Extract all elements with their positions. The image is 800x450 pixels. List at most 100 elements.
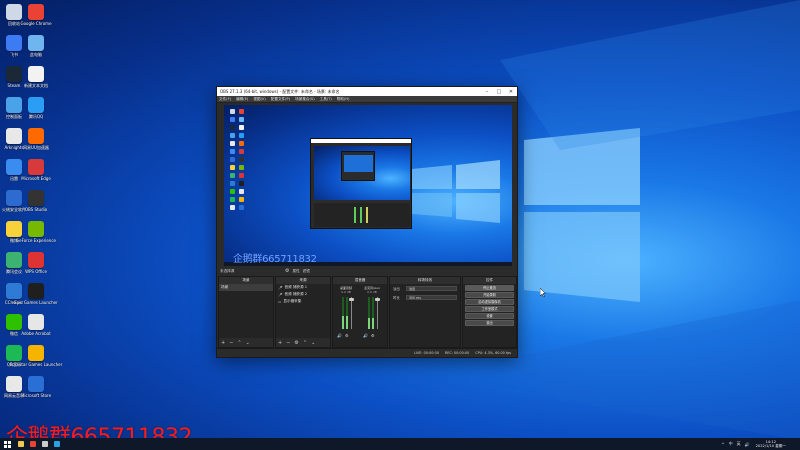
source-toolbar: 未选择源 ⚙ 属性 滤镜	[217, 267, 517, 275]
app-icon	[28, 283, 44, 299]
tray-ime-en[interactable]: 英	[737, 441, 741, 447]
preview-app-icon	[230, 165, 235, 170]
settings-button[interactable]: 设置	[465, 313, 514, 319]
tray-chevron-icon[interactable]: ^	[721, 442, 724, 447]
preview-nested-obs	[310, 138, 412, 229]
gear-icon[interactable]: ⚙	[371, 333, 375, 338]
taskbar-clock[interactable]: 14:12 2022/1/10 星期一	[756, 440, 800, 448]
properties-button[interactable]: 属性	[292, 269, 299, 274]
obs-preview[interactable]: 企鹅群665711832	[224, 105, 512, 266]
add-scene-icon[interactable]: +	[221, 340, 225, 346]
gear-icon[interactable]: ⚙	[285, 268, 289, 274]
fader-knob[interactable]	[375, 298, 380, 301]
minimize-icon[interactable]: –	[481, 89, 493, 95]
exit-button[interactable]: 退出	[465, 320, 514, 326]
volume-meter	[346, 297, 348, 329]
start-button[interactable]	[0, 438, 14, 450]
preview-app-icon	[230, 157, 235, 162]
desktop-icon[interactable]: 腾讯QQ	[22, 97, 50, 120]
menu-view[interactable]: 视图(V)	[253, 97, 265, 102]
obs-title: OBS 27.1.3 (64-bit, windows) - 配置文件: 未命名…	[220, 88, 340, 94]
move-down-icon[interactable]: ⌄	[311, 340, 315, 346]
close-icon[interactable]: ✕	[505, 89, 517, 95]
virtual-camera-button[interactable]: 启动虚拟摄像机	[465, 299, 514, 305]
remove-source-icon[interactable]: −	[286, 340, 290, 346]
source-item[interactable]: ▭ 显示器采集	[276, 298, 330, 305]
preview-app-icon	[239, 149, 244, 154]
desktop-icon[interactable]: Adobe Acrobat	[21, 314, 51, 336]
menu-scene-collection[interactable]: 场景集合(S)	[295, 97, 314, 102]
maximize-icon[interactable]: □	[493, 89, 505, 95]
desktop-icon[interactable]: Google Chrome	[20, 4, 52, 26]
source-item[interactable]: 🎤 音频 捕获源 2	[276, 291, 330, 298]
volume-meter	[368, 297, 370, 329]
add-source-icon[interactable]: +	[278, 340, 282, 346]
volume-fader[interactable]	[351, 297, 352, 329]
taskbar-app-icon[interactable]	[30, 441, 36, 447]
desktop-icon[interactable]: Microsoft Store	[21, 376, 51, 398]
desktop-icon[interactable]: 网易UU加速器	[22, 128, 50, 151]
cpu-status: CPU: 4.3%, 60.00 fps	[475, 351, 511, 355]
gear-icon[interactable]: ⚙	[345, 333, 349, 338]
desktop-icon-label: WPS Office	[25, 269, 47, 274]
speaker-icon[interactable]: 🔊	[363, 333, 368, 338]
desktop-icon-label: Rockstar Games Launcher	[9, 362, 63, 367]
preview-app-icon	[230, 173, 235, 178]
transition-type-label: 淡出	[393, 287, 400, 291]
scene-item[interactable]: 场景	[219, 284, 273, 291]
gear-icon[interactable]: ⚙	[294, 340, 298, 346]
monitor-icon: ▭	[278, 299, 282, 304]
menu-edit[interactable]: 编辑(E)	[236, 97, 248, 102]
desktop-icon-label: 此电脑	[30, 52, 42, 57]
stop-streaming-button[interactable]: 停止推流	[465, 285, 514, 291]
app-icon	[28, 345, 44, 361]
start-recording-button[interactable]: 开始录制	[465, 292, 514, 298]
system-tray: ^ 中 英 🔊	[721, 441, 755, 447]
preview-app-icon	[230, 197, 235, 202]
app-icon	[6, 314, 22, 330]
duration-input[interactable]: 300 ms	[406, 295, 457, 300]
desktop-icon[interactable]: 新建文本文档	[22, 66, 50, 89]
preview-app-icon	[230, 181, 235, 186]
mixer-channel-desktop: 桌面音频 0.0 dB 🔊 ⚙	[335, 286, 357, 338]
tray-ime-cn[interactable]: 中	[729, 441, 733, 447]
menu-help[interactable]: 帮助(H)	[337, 97, 350, 102]
desktop-icon[interactable]: Epic Games Launcher	[14, 283, 58, 305]
remove-scene-icon[interactable]: −	[229, 340, 233, 346]
app-icon	[6, 190, 22, 206]
move-up-icon[interactable]: ⌃	[237, 340, 241, 346]
desktop-icon[interactable]: WPS Office	[22, 252, 50, 274]
taskbar-app-icon[interactable]	[54, 441, 60, 447]
speaker-icon[interactable]: 🔊	[337, 333, 342, 338]
speaker-icon[interactable]: 🔊	[745, 442, 750, 447]
filters-button[interactable]: 滤镜	[303, 269, 310, 274]
taskbar-apps	[18, 441, 60, 447]
menu-file[interactable]: 文件(F)	[219, 97, 231, 102]
move-up-icon[interactable]: ⌃	[303, 340, 307, 346]
studio-mode-button[interactable]: 工作室模式	[465, 306, 514, 312]
desktop-icon[interactable]: 此电脑	[22, 35, 50, 58]
source-item[interactable]: 🎤 音频 捕获源 1	[276, 284, 330, 291]
channel-db: 0.0 dB	[341, 290, 351, 294]
app-icon	[28, 190, 44, 206]
menu-profile[interactable]: 配置文件(P)	[271, 97, 290, 102]
desktop-icon-label: Epic Games Launcher	[14, 300, 58, 305]
taskbar-app-icon[interactable]	[18, 441, 24, 447]
desktop-icon[interactable]: Rockstar Games Launcher	[10, 345, 62, 367]
volume-fader[interactable]	[377, 297, 378, 329]
move-down-icon[interactable]: ⌄	[246, 340, 250, 346]
obs-titlebar[interactable]: OBS 27.1.3 (64-bit, windows) - 配置文件: 未命名…	[217, 87, 517, 96]
app-icon	[6, 252, 22, 268]
windows-start-icon[interactable]	[3, 440, 11, 448]
menu-tools[interactable]: 工具(T)	[320, 97, 332, 102]
desktop-icon[interactable]: OBS Studio	[22, 190, 50, 212]
obs-window[interactable]: OBS 27.1.3 (64-bit, windows) - 配置文件: 未命名…	[216, 86, 518, 358]
desktop-icon[interactable]: GeForce Experience	[16, 221, 56, 243]
fader-knob[interactable]	[349, 298, 354, 301]
desktop-icon-label: 腾讯QQ	[28, 114, 44, 119]
desktop-icon[interactable]: Microsoft Edge	[21, 159, 51, 181]
desktop-icon-label: Microsoft Edge	[21, 176, 51, 181]
desktop-icon-label: 飞书	[10, 52, 18, 57]
taskbar-app-icon[interactable]	[42, 441, 48, 447]
transition-type-select[interactable]: 淡出	[406, 286, 457, 291]
